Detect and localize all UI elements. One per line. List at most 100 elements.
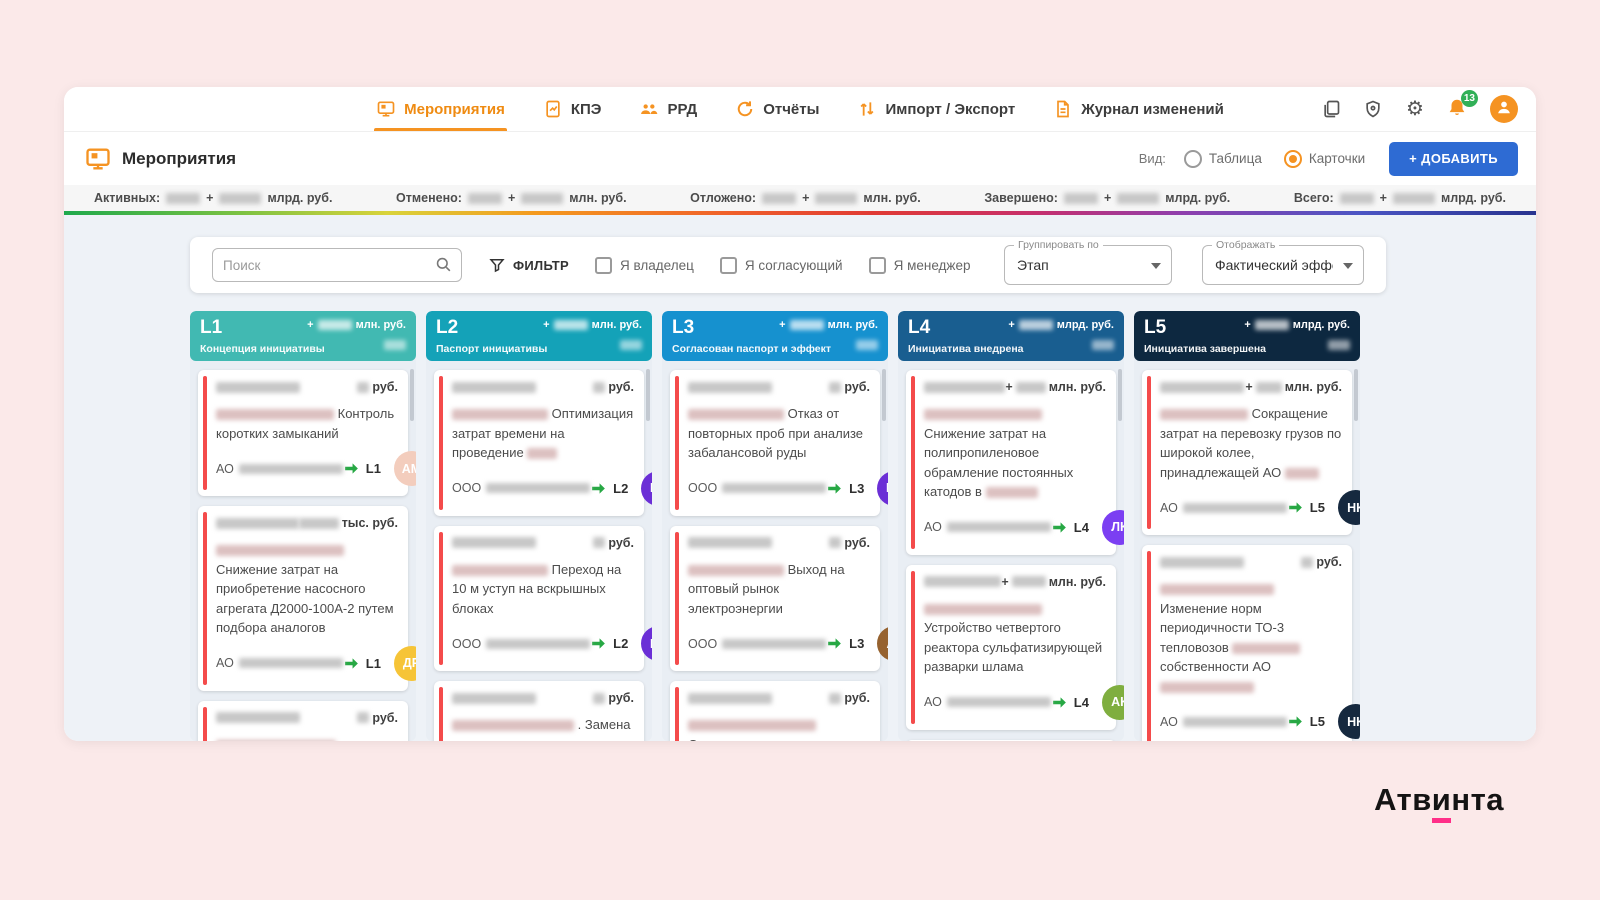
initiative-card[interactable]: руб. Контроль коротких замыканий АО L1 А…	[198, 370, 416, 496]
column-amount-unit: млрд. руб.	[1056, 319, 1114, 331]
assignee-avatar: ВД	[641, 470, 652, 506]
initiative-card[interactable]: тыс. руб. Снижение затрат на приобретени…	[198, 506, 416, 691]
bell-icon[interactable]: 13	[1446, 90, 1478, 121]
blurred-text	[357, 712, 370, 723]
group-by-label: Группировать по	[1014, 239, 1103, 251]
chevron-down-icon	[1343, 263, 1353, 269]
scrollbar-thumb[interactable]	[1118, 369, 1122, 421]
stat-unit: млрд. руб.	[1440, 191, 1506, 205]
initiative-card[interactable]: руб. Снижение потребления электроэнергии…	[198, 700, 408, 741]
search-icon	[434, 255, 453, 274]
group-by-select[interactable]: Группировать по Этап	[1004, 239, 1172, 285]
initiative-card[interactable]: руб. . Внедрение предварительного обжига…	[906, 739, 1116, 741]
column-title: Инициатива внедрена	[908, 343, 1024, 355]
stat-item: Отложено: + млн. руб.	[690, 191, 921, 205]
initiative-card[interactable]: + млн. руб. Устройство четвертого реактор…	[906, 564, 1124, 730]
card-id-blurred	[1160, 381, 1244, 393]
app-window: Мероприятия КПЭ РРД Отчёты Импорт / Эксп…	[64, 87, 1536, 741]
shield-icon[interactable]	[1362, 98, 1384, 120]
initiative-card[interactable]: руб. Выход на оптовый рынок электроэнерг…	[670, 525, 888, 671]
initiative-card[interactable]: + млн. руб. Сокращение затрат на перевозк…	[1142, 370, 1360, 535]
column-amount-blurred	[789, 320, 824, 330]
page-title: Мероприятия	[122, 148, 237, 168]
column-amount-blurred	[317, 320, 352, 330]
checkbox-label: Я менеджер	[893, 257, 971, 273]
column-amount-unit: млн. руб.	[591, 319, 642, 331]
add-button[interactable]: + ДОБАВИТЬ	[1389, 141, 1518, 176]
stat-count-blurred	[1339, 192, 1374, 204]
nav-tab[interactable]: Журнал изменений	[1053, 87, 1224, 131]
view-radio[interactable]: Карточки	[1283, 149, 1365, 168]
blurred-text	[452, 409, 548, 421]
initiative-card[interactable]: руб. Отказ от повторных проб при анализе…	[670, 370, 888, 516]
filter-button[interactable]: ФИЛЬТР	[488, 256, 569, 274]
nav-tab[interactable]: Импорт / Экспорт	[857, 87, 1015, 131]
card-stage-label: L4	[1073, 519, 1089, 535]
plus-sign: +	[307, 319, 314, 331]
search-input[interactable]	[212, 248, 462, 282]
column-stage: L3	[672, 317, 695, 338]
column-count	[1328, 336, 1350, 354]
stat-count-blurred	[166, 192, 201, 204]
org-name-blurred	[486, 483, 591, 493]
filter-checkboxes: Я владелец Я согласующий Я менеджер	[595, 256, 971, 274]
card-description: Снижение затрат на полипропиленовое обра…	[924, 404, 1106, 502]
plus-sign: +	[779, 319, 786, 331]
column-header: L1 + млн. руб. Концепция инициативы	[190, 311, 416, 361]
filter-bar: ФИЛЬТР Я владелец Я согласующий Я менедж…	[190, 237, 1386, 293]
nav-tab-label: Мероприятия	[404, 100, 505, 118]
assignee-avatar: ВД	[877, 470, 888, 506]
card-stage-label: L2	[613, 480, 629, 496]
nav-tab[interactable]: Мероприятия	[374, 87, 507, 131]
nav-tab[interactable]: КПЭ	[543, 87, 601, 131]
card-organization: ООО	[452, 637, 591, 651]
scrollbar-thumb[interactable]	[882, 369, 886, 421]
view-radio[interactable]: Таблица	[1183, 149, 1262, 168]
nav-tab[interactable]: РРД	[639, 87, 697, 131]
assignee-avatar: НК	[1337, 490, 1360, 525]
card-stage-label: L3	[849, 480, 865, 496]
filter-checkbox[interactable]: Я владелец	[595, 256, 694, 274]
column-amount-unit: млрд. руб.	[1292, 319, 1350, 331]
card-id-blurred	[452, 692, 536, 704]
user-avatar[interactable]	[1490, 95, 1518, 123]
card-description: Отказ от повторных проб при анализе заба…	[688, 406, 864, 460]
scrollbar-thumb[interactable]	[1354, 369, 1358, 421]
stat-amount-blurred	[1117, 192, 1160, 204]
scrollbar-thumb[interactable]	[410, 369, 414, 421]
stat-item: Всего: + млрд. руб.	[1294, 191, 1506, 205]
plus-sign: +	[1008, 319, 1015, 331]
org-name-blurred	[722, 483, 827, 493]
display-value: Фактический эффе...	[1215, 257, 1333, 273]
card-organization: ООО	[688, 637, 827, 651]
gear-icon[interactable]: ⚙	[1404, 98, 1426, 120]
pages-icon[interactable]	[1320, 98, 1342, 120]
card-organization: АО	[924, 520, 1051, 534]
assignee-avatar: ДР	[393, 645, 416, 681]
kanban-column: L1 + млн. руб. Концепция инициативы руб.…	[190, 311, 416, 741]
arrow-right-icon	[826, 480, 843, 497]
nav-tab[interactable]: Отчёты	[735, 87, 819, 131]
display-select[interactable]: Отображать Фактический эффе...	[1202, 239, 1364, 285]
filter-checkbox[interactable]: Я менеджер	[868, 256, 971, 274]
org-name-blurred	[722, 638, 827, 649]
initiative-card[interactable]: руб. Оптимизация затрат времени на прове…	[434, 370, 652, 516]
filter-checkbox[interactable]: Я согласующий	[719, 256, 843, 274]
column-count	[856, 336, 878, 354]
column-amount: + млн. руб.	[543, 319, 642, 331]
initiative-card[interactable]: руб. . Замена насосов импортного произво…	[434, 681, 644, 741]
blurred-text	[924, 603, 1042, 615]
stat-count-blurred	[1063, 192, 1098, 204]
blurred-text	[985, 487, 1038, 499]
assignee-avatar: ВД	[641, 626, 652, 661]
card-value: руб.	[593, 691, 634, 705]
column-body: руб. Контроль коротких замыканий АО L1 А…	[190, 361, 416, 741]
card-organization: ООО	[452, 481, 591, 495]
initiative-card[interactable]: руб. Организация компенсации электросете…	[670, 681, 880, 741]
initiative-card[interactable]: руб. Изменение норм периодичности ТО-3 т…	[1142, 545, 1360, 741]
initiative-card[interactable]: + млн. руб. Снижение затрат на полипропил…	[906, 370, 1124, 555]
nav-right-icons: ⚙ 13	[1320, 87, 1518, 131]
scrollbar-thumb[interactable]	[646, 369, 650, 421]
card-value: руб.	[1301, 555, 1342, 569]
initiative-card[interactable]: руб. Переход на 10 м уступ на вскрышных …	[434, 525, 652, 671]
